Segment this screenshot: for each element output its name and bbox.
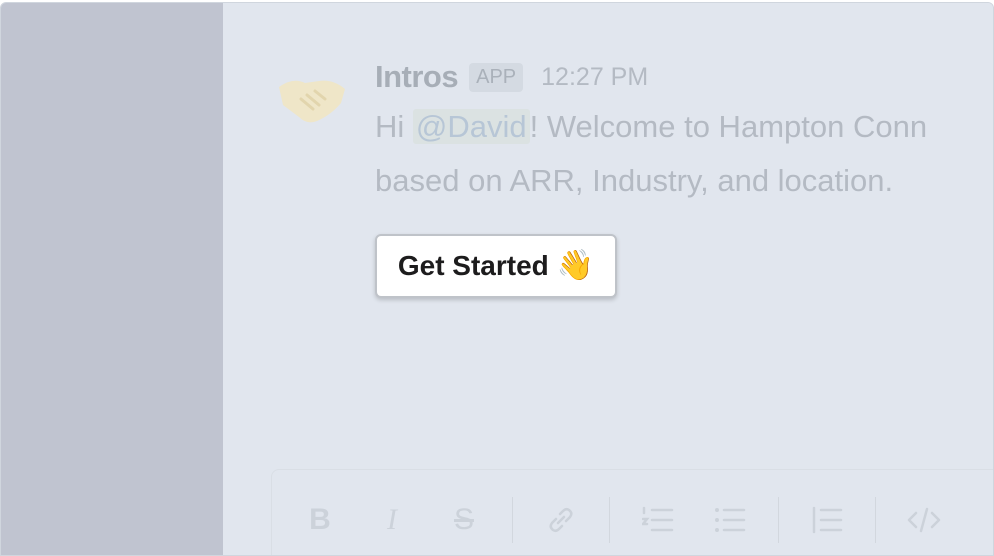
app-badge: APP [469,62,524,92]
message-pane: Intros APP 12:27 PM Hi @David! Welcome t… [223,3,993,555]
formatting-toolbar: B I S [272,470,993,555]
message-timestamp[interactable]: 12:27 PM [541,63,648,92]
link-icon[interactable] [537,496,585,544]
message-header: Intros APP 12:27 PM [375,55,648,99]
ordered-list-icon[interactable] [634,496,682,544]
italic-icon[interactable]: I [368,496,416,544]
italic-glyph: I [387,503,397,536]
bulleted-list-icon[interactable] [706,496,754,544]
sidebar [1,3,223,555]
blockquote-icon[interactable] [803,496,851,544]
message-composer[interactable]: B I S [271,469,993,555]
message-text-line-2: based on ARR, Industry, and location. [375,163,894,198]
message-text-line-1: Hi @David! Welcome to Hampton Conn [375,109,927,145]
toolbar-divider [778,497,779,543]
app-window: Intros APP 12:27 PM Hi @David! Welcome t… [0,2,994,556]
get-started-label: Get Started [397,250,549,281]
get-started-button[interactable]: Get Started 👋 [375,234,617,298]
code-icon[interactable] [900,496,948,544]
handshake-icon [275,69,349,129]
sender-name[interactable]: Intros [375,59,459,95]
message-text-rest: ! Welcome to Hampton Conn [529,109,928,144]
toolbar-divider [875,497,876,543]
toolbar-divider [609,497,610,543]
user-mention[interactable]: @David [412,109,530,144]
strike-glyph: S [453,503,474,536]
greeting-text: Hi [375,109,413,144]
toolbar-divider [512,497,513,543]
strikethrough-icon[interactable]: S [440,496,488,544]
waving-hand-icon: 👋 [556,249,595,282]
bold-icon[interactable]: B [296,496,344,544]
bold-glyph: B [309,503,331,536]
